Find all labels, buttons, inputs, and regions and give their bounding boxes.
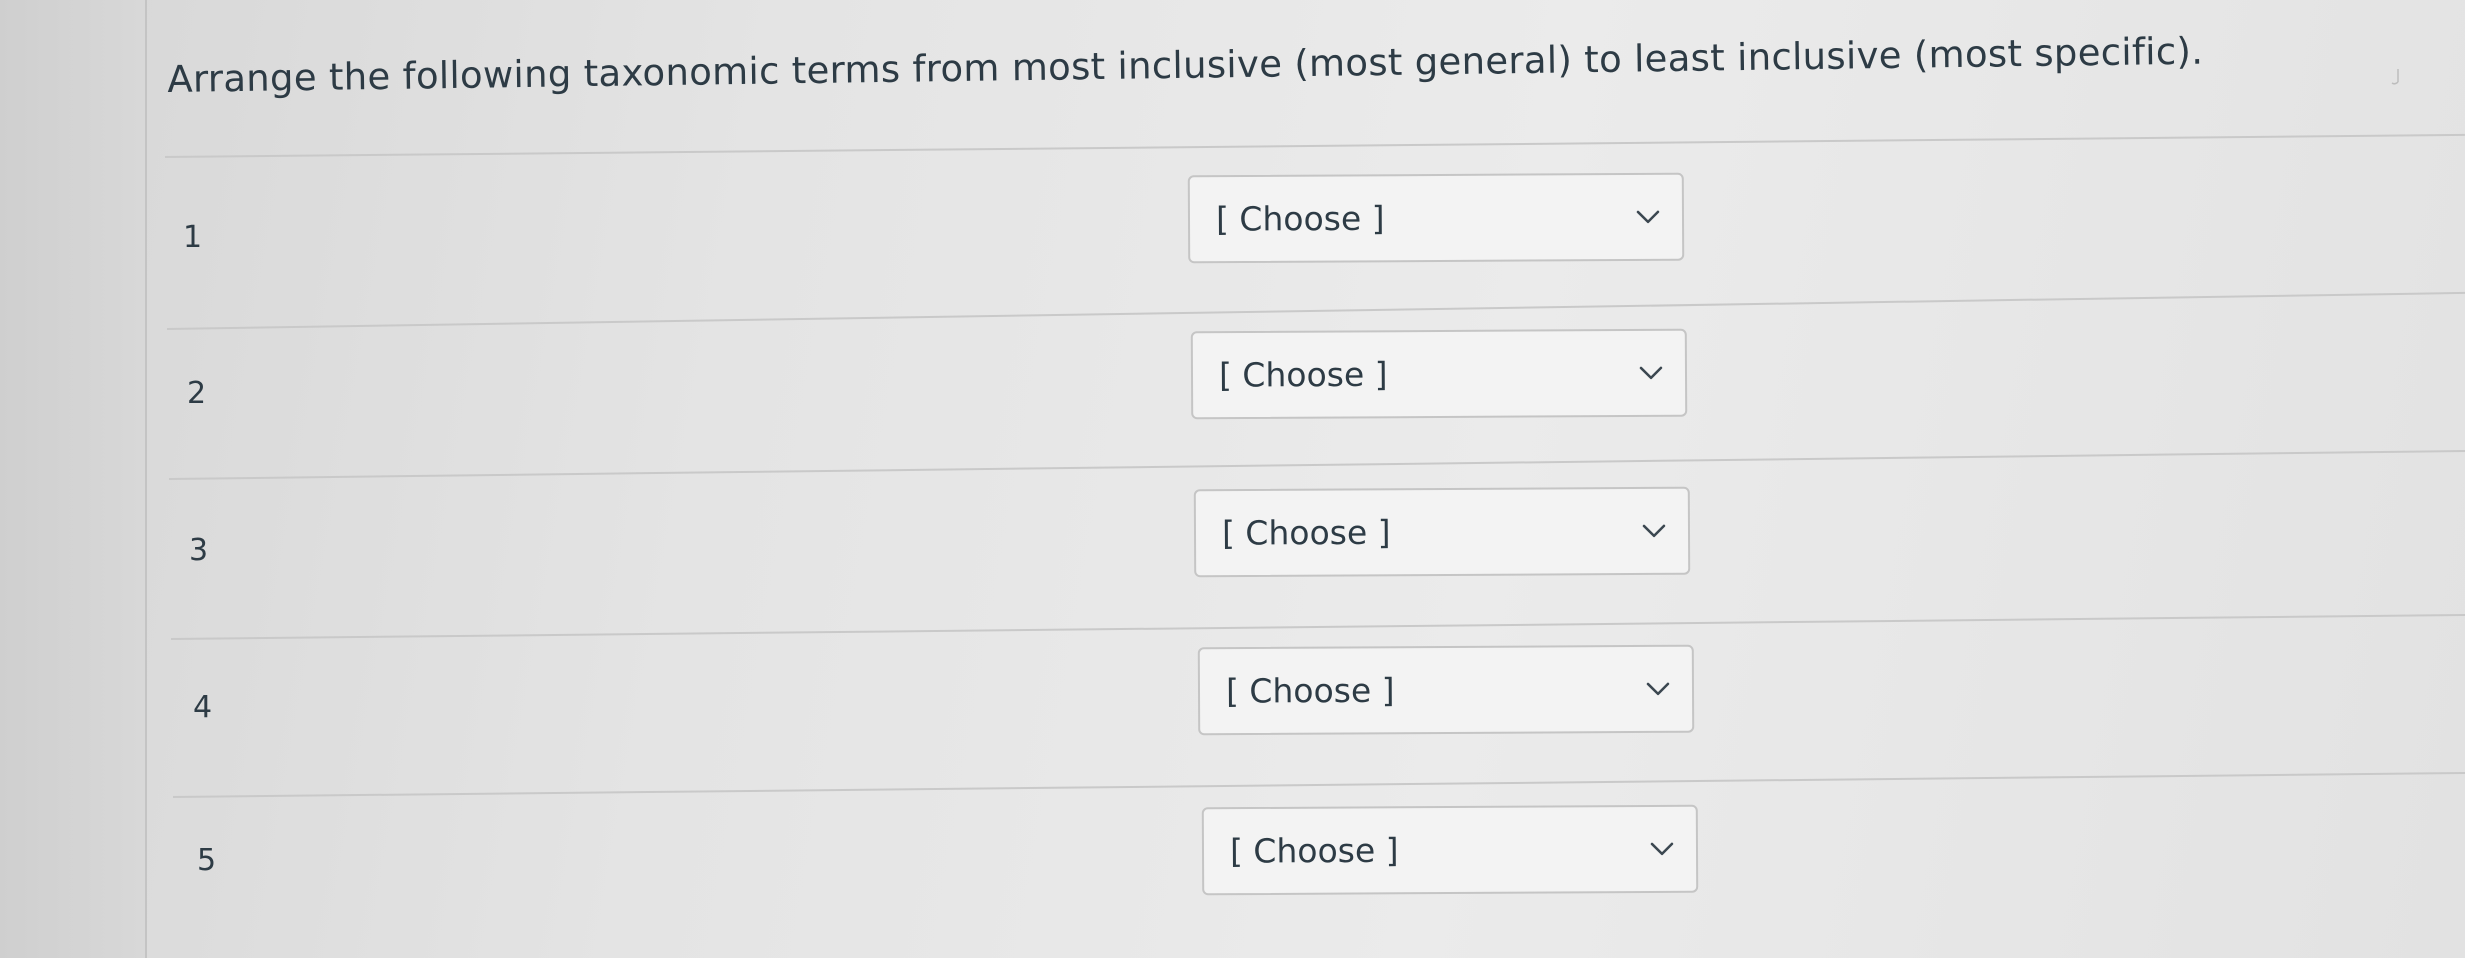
row-number-2: 2 — [187, 376, 207, 411]
question-panel: Arrange the following taxonomic terms fr… — [145, 0, 2465, 958]
select-value: [ Choose ] — [1215, 198, 1385, 239]
chevron-down-icon — [1642, 524, 1666, 538]
select-value: [ Choose ] — [1218, 354, 1388, 395]
choose-select-4[interactable]: [ Choose ] — [1197, 644, 1695, 736]
choose-select-1[interactable]: [ Choose ] — [1187, 172, 1685, 264]
row-divider — [170, 613, 2465, 640]
row-divider — [168, 449, 2465, 480]
quiz-screen: Arrange the following taxonomic terms fr… — [0, 0, 2465, 958]
choose-select-3[interactable]: [ Choose ] — [1193, 486, 1691, 578]
row-number-1: 1 — [183, 220, 203, 255]
select-value: [ Choose ] — [1225, 670, 1395, 711]
left-margin — [0, 0, 147, 958]
row-number-3: 3 — [189, 533, 209, 568]
resize-mark-icon — [2391, 69, 2399, 85]
choose-select-2[interactable]: [ Choose ] — [1190, 328, 1688, 420]
row-number-4: 4 — [193, 690, 213, 725]
chevron-down-icon — [1639, 366, 1663, 380]
chevron-down-icon — [1646, 682, 1670, 696]
row-divider — [166, 291, 2465, 330]
row-number-5: 5 — [197, 843, 217, 878]
select-value: [ Choose ] — [1221, 512, 1391, 553]
question-text: Arrange the following taxonomic terms fr… — [167, 29, 2204, 101]
chevron-down-icon — [1636, 210, 1660, 224]
choose-select-5[interactable]: [ Choose ] — [1201, 804, 1699, 896]
chevron-down-icon — [1650, 842, 1674, 856]
select-value: [ Choose ] — [1229, 830, 1399, 871]
row-divider — [164, 133, 2465, 158]
row-divider — [172, 771, 2465, 798]
